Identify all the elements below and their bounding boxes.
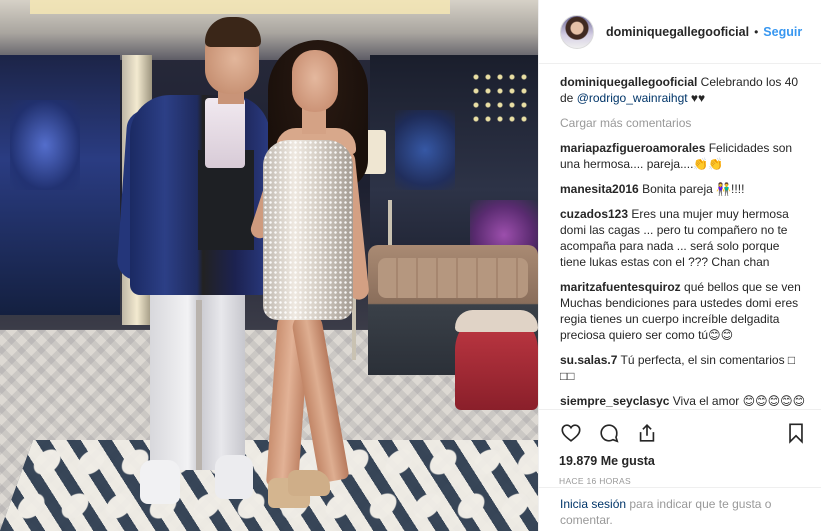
comment-username[interactable]: mariapazfigueroamorales (560, 141, 705, 155)
heart-icon[interactable] (559, 421, 583, 445)
comment-username[interactable]: manesita2016 (560, 182, 639, 196)
comment-item: manesita2016 Bonita pareja 👫!!!! (560, 181, 808, 197)
load-more-comments-button[interactable]: Cargar más comentarios (560, 115, 808, 131)
comment-item: mariapazfigueroamorales Felicidades son … (560, 140, 808, 172)
header-separator: • (754, 24, 759, 39)
post-photo[interactable] (0, 0, 538, 531)
instagram-post: dominiquegallegooficial • Seguir dominiq… (0, 0, 821, 531)
comment-username[interactable]: siempre_seyclasyc (560, 394, 669, 408)
avatar[interactable] (560, 14, 594, 49)
header-username[interactable]: dominiquegallegooficial (606, 25, 749, 39)
post-caption: dominiquegallegooficial Celebrando los 4… (560, 74, 808, 106)
comment-text: Bonita pareja 👫!!!! (638, 182, 745, 196)
comment-bubble-icon[interactable] (597, 421, 621, 445)
comment-item: maritzafuentesquiroz qué bellos que se v… (560, 279, 808, 343)
post-actions: 19.879 Me gusta HACE 16 HORAS (539, 409, 821, 486)
comment-username[interactable]: su.salas.7 (560, 353, 617, 367)
caption-username[interactable]: dominiquegallegooficial (560, 75, 697, 89)
comments-list[interactable]: dominiquegallegooficial Celebrando los 4… (539, 64, 821, 409)
likes-count[interactable]: 19.879 Me gusta (559, 454, 808, 468)
caption-mention-link[interactable]: @rodrigo_wainraihgt (577, 91, 688, 105)
post-side-panel: dominiquegallegooficial • Seguir dominiq… (538, 0, 821, 531)
share-icon[interactable] (635, 421, 659, 445)
comment-username[interactable]: maritzafuentesquiroz (560, 280, 681, 294)
comment-item: siempre_seyclasyc Viva el amor 😊😊😊😊😊 (560, 393, 808, 409)
comment-item: cuzados123 Eres una mujer muy hermosa do… (560, 206, 808, 270)
login-prompt: Inicia sesión para indicar que te gusta … (539, 487, 821, 531)
comment-item: su.salas.7 Tú perfecta, el sin comentari… (560, 352, 808, 384)
login-link[interactable]: Inicia sesión (560, 497, 626, 511)
comment-username[interactable]: cuzados123 (560, 207, 628, 221)
caption-hearts: ♥♥ (687, 91, 706, 105)
post-header: dominiquegallegooficial • Seguir (539, 0, 821, 64)
post-timestamp: HACE 16 HORAS (559, 476, 631, 486)
follow-button[interactable]: Seguir (763, 25, 802, 39)
photo-ceiling (0, 0, 538, 60)
action-icon-row (559, 416, 808, 450)
comment-text: Viva el amor 😊😊😊😊😊 (669, 394, 806, 408)
sequin-dress (263, 140, 353, 320)
bookmark-icon[interactable] (784, 421, 808, 445)
